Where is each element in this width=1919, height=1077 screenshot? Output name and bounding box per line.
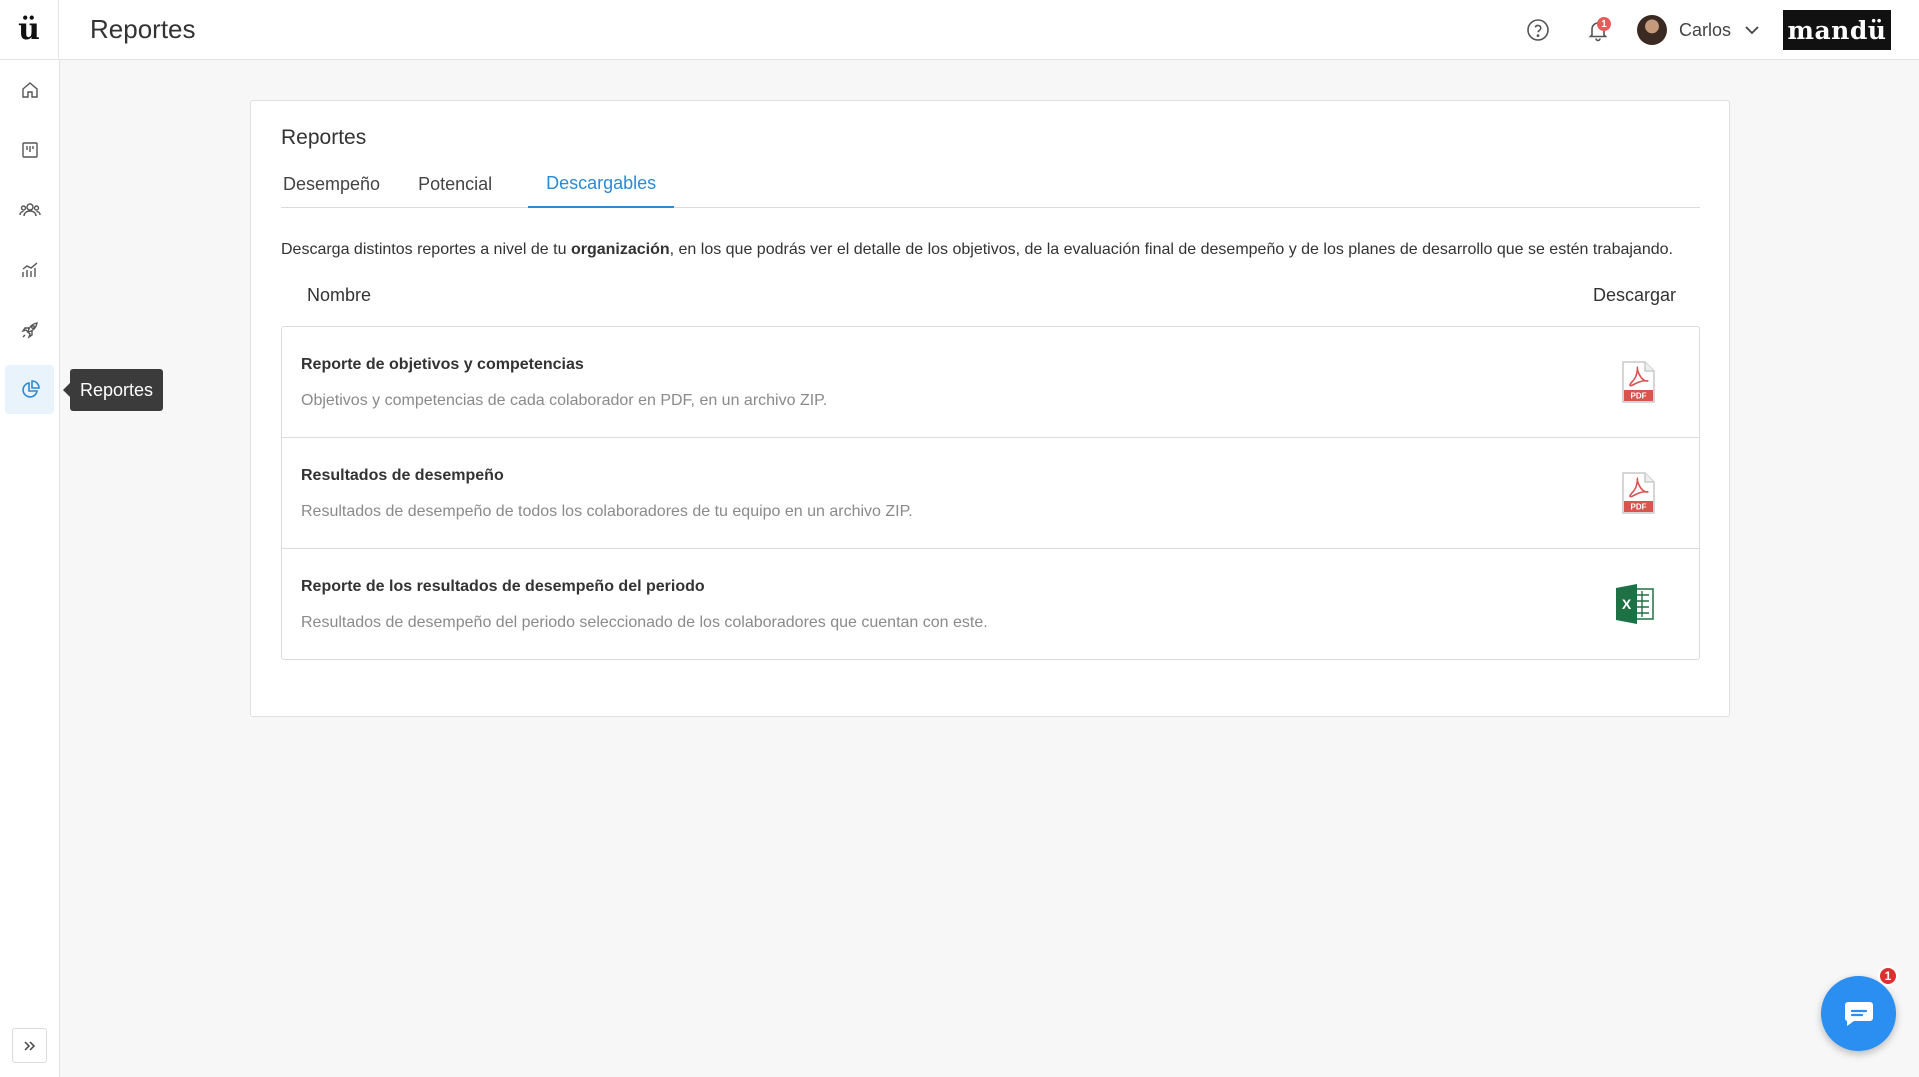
board-icon: [21, 141, 38, 158]
chat-icon: [1844, 1001, 1873, 1026]
card-title: Reportes: [281, 126, 367, 149]
download-excel-button[interactable]: X: [1615, 583, 1655, 625]
reports-card: Reportes Desempeño Potencial Descargable…: [250, 100, 1730, 717]
expand-sidebar-button[interactable]: [12, 1028, 47, 1063]
report-title: Resultados de desempeño: [301, 467, 504, 484]
description-text-start: Descarga distintos reportes a nivel de t…: [281, 241, 571, 258]
double-chevron-right-icon: [23, 1040, 35, 1051]
user-menu[interactable]: Carlos: [1636, 15, 1761, 45]
pdf-file-icon: PDF: [1622, 361, 1655, 403]
report-description: Resultados de desempeño de todos los col…: [301, 503, 913, 520]
pdf-label: PDF: [1631, 503, 1647, 512]
excel-label: X: [1622, 596, 1632, 612]
sidebar-item-home[interactable]: [5, 65, 54, 114]
pdf-label: PDF: [1631, 392, 1647, 401]
sidebar: [0, 60, 60, 1077]
report-list: Reporte de objetivos y competencias Obje…: [281, 326, 1700, 660]
pie-chart-icon: [21, 379, 40, 398]
notifications-button[interactable]: 1: [1577, 9, 1619, 51]
app-logo[interactable]: ü: [0, 0, 59, 59]
list-item: Resultados de desempeño Resultados de de…: [282, 438, 1699, 549]
report-title: Reporte de los resultados de desempeño d…: [301, 578, 705, 595]
logo-mark: ü: [18, 11, 40, 47]
sidebar-item-analytics[interactable]: [5, 245, 54, 294]
sidebar-item-board[interactable]: [5, 125, 54, 174]
tab-desempeno[interactable]: Desempeño: [281, 161, 398, 208]
download-pdf-button[interactable]: PDF: [1621, 472, 1655, 514]
list-item: Reporte de los resultados de desempeño d…: [282, 549, 1699, 659]
sidebar-item-development[interactable]: [5, 305, 54, 354]
pdf-file-icon: PDF: [1622, 472, 1655, 514]
description: Descarga distintos reportes a nivel de t…: [281, 241, 1673, 259]
tab-descargables[interactable]: Descargables: [528, 161, 675, 208]
table-header: Nombre Descargar: [281, 279, 1700, 315]
help-icon: [1527, 19, 1549, 41]
help-button[interactable]: [1517, 9, 1559, 51]
avatar: [1636, 15, 1667, 45]
sidebar-item-reports[interactable]: [5, 365, 54, 414]
download-pdf-button[interactable]: PDF: [1621, 361, 1655, 403]
user-name: Carlos: [1678, 19, 1731, 40]
report-description: Resultados de desempeño del periodo sele…: [301, 614, 988, 631]
report-title: Reporte de objetivos y competencias: [301, 356, 584, 373]
description-text-end: , en los que podrás ver el detalle de lo…: [669, 241, 1673, 258]
notification-badge: 1: [1596, 17, 1611, 31]
report-description: Objetivos y competencias de cada colabor…: [301, 392, 828, 409]
top-bar: ü Reportes 1 Carlos mandü: [0, 0, 1919, 60]
sidebar-item-people[interactable]: [5, 185, 54, 234]
home-icon: [21, 81, 38, 98]
description-highlight: organización: [570, 241, 670, 258]
sidebar-tooltip: Reportes: [62, 369, 164, 411]
tabs: Desempeño Potencial Descargables: [281, 161, 1700, 208]
column-header-download: Descargar: [1592, 285, 1676, 305]
chat-badge: 1: [1878, 966, 1898, 986]
rocket-icon: [20, 321, 38, 339]
list-item: Reporte de objetivos y competencias Obje…: [282, 327, 1699, 438]
header-actions: 1 Carlos mandü: [1517, 9, 1891, 51]
chevron-down-icon: [1745, 26, 1759, 35]
column-header-name: Nombre: [307, 285, 372, 305]
page-title: Reportes: [90, 14, 196, 44]
tab-potencial[interactable]: Potencial: [416, 161, 510, 208]
people-icon: [18, 202, 41, 216]
chart-icon: [21, 261, 37, 277]
brand-logo: mandü: [1783, 10, 1891, 50]
chat-button[interactable]: [1821, 976, 1896, 1051]
excel-file-icon: X: [1616, 584, 1654, 624]
